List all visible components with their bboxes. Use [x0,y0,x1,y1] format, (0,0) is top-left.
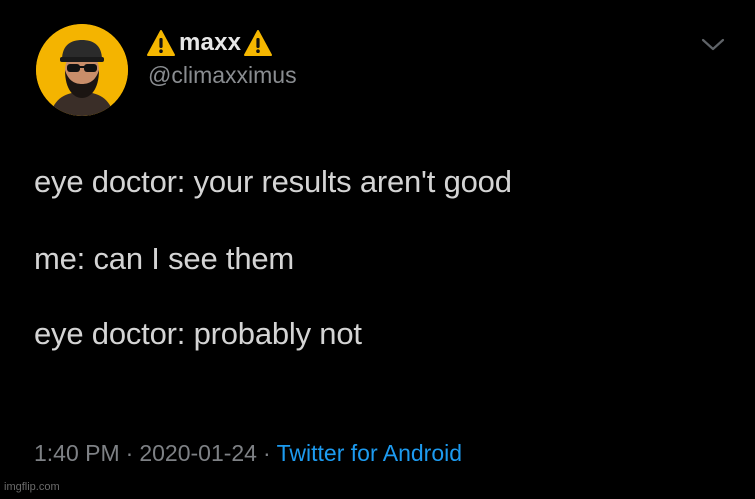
author-handle[interactable]: @climaxximus [148,62,297,89]
avatar[interactable] [36,24,128,116]
chevron-down-icon[interactable] [700,36,726,54]
author-name-row[interactable]: maxx [146,27,273,59]
tweet-source-link[interactable]: Twitter for Android [277,440,462,466]
tweet-card: maxx @climaxximus eye doctor: your resul… [0,0,755,499]
tweet-text-line: eye doctor: probably not [34,316,362,351]
meta-separator: · [125,440,134,466]
author-display-name: maxx [179,29,242,56]
warning-icon [146,29,176,57]
warning-icon [243,29,273,57]
tweet-text-line: me: can I see them [34,241,295,276]
tweet-time[interactable]: 1:40 PM [34,440,120,466]
tweet-date[interactable]: 2020-01-24 [139,440,257,466]
tweet-metadata: 1:40 PM · 2020-01-24 · Twitter for Android [34,440,462,467]
avatar-illustration [36,24,128,116]
watermark: imgflip.com [4,481,60,493]
meta-separator: · [262,440,271,466]
tweet-text-line: eye doctor: your results aren't good [34,164,512,199]
